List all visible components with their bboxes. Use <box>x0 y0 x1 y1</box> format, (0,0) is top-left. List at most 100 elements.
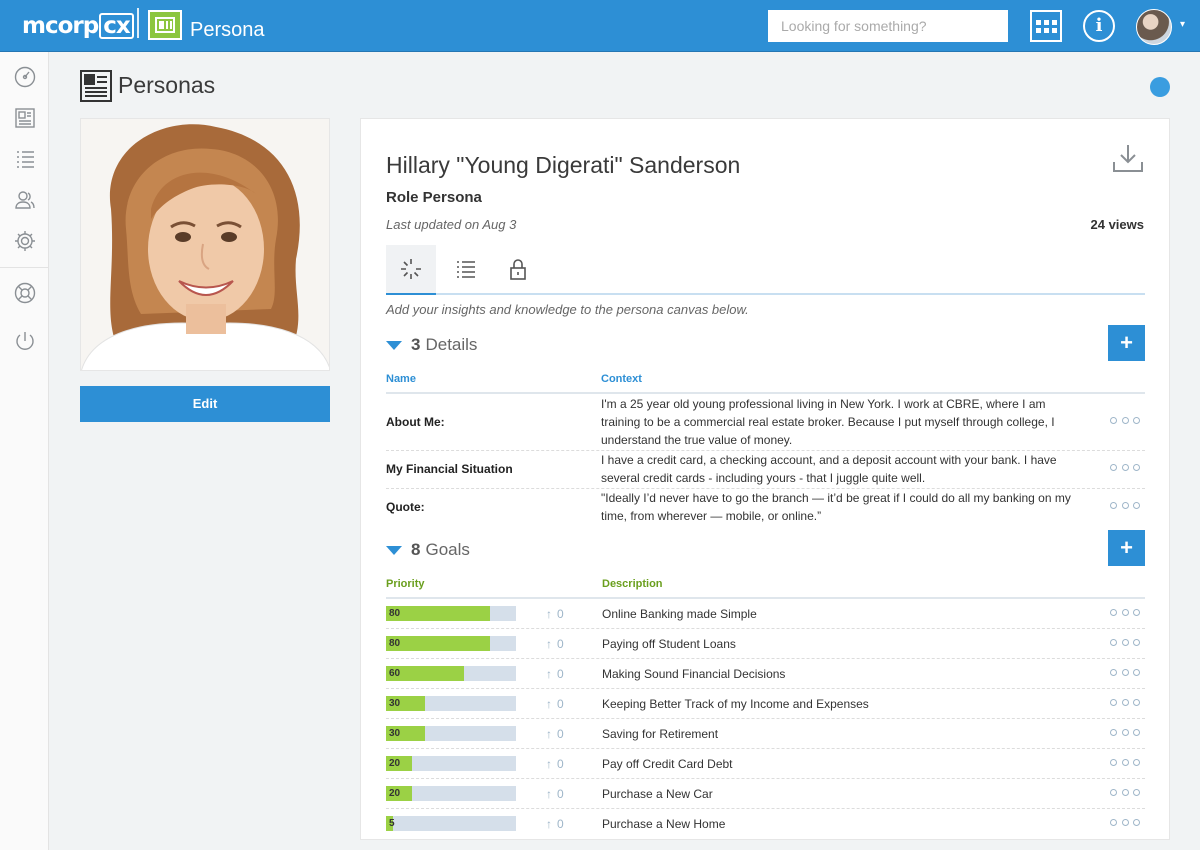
more-options-icon[interactable] <box>1110 609 1140 619</box>
upvote-button[interactable]: ↑ 0 <box>546 637 564 651</box>
top-bar: mcorpcx Persona i ▾ <box>0 0 1200 52</box>
arrow-up-icon: ↑ <box>546 667 552 681</box>
upvote-button[interactable]: ↑ 0 <box>546 757 564 771</box>
more-options-icon[interactable] <box>1110 729 1140 739</box>
vote-count: 0 <box>557 697 564 711</box>
priority-value: 60 <box>389 668 401 679</box>
persona-card-icon[interactable] <box>13 106 37 130</box>
more-options-icon[interactable] <box>1110 759 1140 769</box>
goals-section-header: 8 Goals <box>386 540 470 560</box>
header-divider <box>137 8 139 38</box>
arrow-up-icon: ↑ <box>546 787 552 801</box>
more-options-icon[interactable] <box>1110 819 1140 829</box>
upvote-button[interactable]: ↑ 0 <box>546 727 564 741</box>
goal-description: Saving for Retirement <box>602 727 719 741</box>
priority-bar[interactable]: 80 <box>386 606 516 621</box>
chevron-down-icon[interactable]: ▾ <box>1180 19 1185 30</box>
detail-row: About Me: I'm a 25 year old young profes… <box>386 395 1145 451</box>
more-options-icon[interactable] <box>1110 502 1140 512</box>
goal-row: 60 ↑ 0 Making Sound Financial Decisions <box>386 659 1145 689</box>
details-count: 3 <box>411 335 421 354</box>
goal-description: Keeping Better Track of my Income and Ex… <box>602 697 869 711</box>
arrow-up-icon: ↑ <box>546 727 552 741</box>
goal-description: Paying off Student Loans <box>602 637 736 651</box>
add-goal-button[interactable]: + <box>1108 530 1145 566</box>
info-icon[interactable]: i <box>1083 10 1115 42</box>
priority-bar[interactable]: 80 <box>386 636 516 651</box>
sidebar-divider <box>0 267 49 268</box>
arrow-up-icon: ↑ <box>546 757 552 771</box>
detail-context: I'm a 25 year old young professional liv… <box>601 397 1055 447</box>
apps-grid-icon[interactable] <box>1030 10 1062 42</box>
vote-count: 0 <box>557 757 564 771</box>
vote-count: 0 <box>557 607 564 621</box>
tab-privacy[interactable] <box>493 245 543 293</box>
priority-bar[interactable]: 30 <box>386 726 516 741</box>
goal-description: Making Sound Financial Decisions <box>602 667 786 681</box>
priority-value: 20 <box>389 788 401 799</box>
priority-value: 20 <box>389 758 401 769</box>
arrow-up-icon: ↑ <box>546 607 552 621</box>
upvote-button[interactable]: ↑ 0 <box>546 817 564 831</box>
goal-row: 5 ↑ 0 Purchase a New Home <box>386 809 1145 839</box>
collapse-triangle-icon[interactable] <box>386 545 402 555</box>
personas-icon <box>80 70 112 102</box>
list-icon <box>457 261 475 278</box>
tab-insights[interactable] <box>386 245 436 295</box>
detail-context: "Ideally I’d never have to go the branch… <box>601 491 1071 523</box>
priority-value: 80 <box>389 608 401 619</box>
insights-icon <box>401 259 421 279</box>
more-options-icon[interactable] <box>1110 789 1140 799</box>
column-header-priority: Priority <box>386 578 425 590</box>
download-icon[interactable] <box>1112 143 1144 173</box>
edit-button[interactable]: Edit <box>80 386 330 422</box>
user-avatar[interactable] <box>1136 9 1172 45</box>
detail-row: Quote: "Ideally I’d never have to go the… <box>386 489 1145 527</box>
more-options-icon[interactable] <box>1110 669 1140 679</box>
mcorpcx-logo[interactable]: mcorp cx <box>22 11 134 41</box>
more-options-icon[interactable] <box>1110 639 1140 649</box>
more-options-icon[interactable] <box>1110 464 1140 474</box>
details-label: Details <box>425 335 478 354</box>
arrow-up-icon: ↑ <box>546 637 552 651</box>
column-header-name: Name <box>386 373 416 385</box>
users-icon[interactable] <box>13 188 37 212</box>
dashboard-icon[interactable] <box>13 65 37 89</box>
help-icon[interactable] <box>13 281 37 305</box>
sidebar <box>0 52 49 850</box>
detail-name: My Financial Situation <box>386 462 513 476</box>
goal-row: 30 ↑ 0 Saving for Retirement <box>386 719 1145 749</box>
priority-bar[interactable]: 20 <box>386 756 516 771</box>
priority-value: 5 <box>389 818 395 829</box>
upvote-button[interactable]: ↑ 0 <box>546 697 564 711</box>
tab-details-list[interactable] <box>441 245 491 293</box>
upvote-button[interactable]: ↑ 0 <box>546 787 564 801</box>
vote-count: 0 <box>557 667 564 681</box>
vote-count: 0 <box>557 817 564 831</box>
status-indicator[interactable] <box>1150 77 1170 97</box>
priority-bar[interactable]: 60 <box>386 666 516 681</box>
more-options-icon[interactable] <box>1110 699 1140 709</box>
collapse-triangle-icon[interactable] <box>386 340 402 350</box>
add-detail-button[interactable]: + <box>1108 325 1145 361</box>
settings-icon[interactable] <box>13 229 37 253</box>
vote-count: 0 <box>557 727 564 741</box>
vote-count: 0 <box>557 637 564 651</box>
priority-bar[interactable]: 20 <box>386 786 516 801</box>
priority-bar[interactable]: 5 <box>386 816 516 831</box>
detail-row: My Financial Situation I have a credit c… <box>386 451 1145 489</box>
priority-value: 30 <box>389 698 401 709</box>
list-icon[interactable] <box>13 147 37 171</box>
goal-row: 20 ↑ 0 Pay off Credit Card Debt <box>386 749 1145 779</box>
more-options-icon[interactable] <box>1110 417 1140 427</box>
upvote-button[interactable]: ↑ 0 <box>546 607 564 621</box>
power-icon[interactable] <box>13 329 37 353</box>
priority-bar[interactable]: 30 <box>386 696 516 711</box>
goals-label: Goals <box>425 540 470 559</box>
upvote-button[interactable]: ↑ 0 <box>546 667 564 681</box>
priority-value: 80 <box>389 638 401 649</box>
goal-description: Online Banking made Simple <box>602 607 757 621</box>
search-input[interactable] <box>768 10 1008 42</box>
logo-badge: cx <box>99 13 134 39</box>
details-section-header: 3 Details <box>386 335 477 355</box>
